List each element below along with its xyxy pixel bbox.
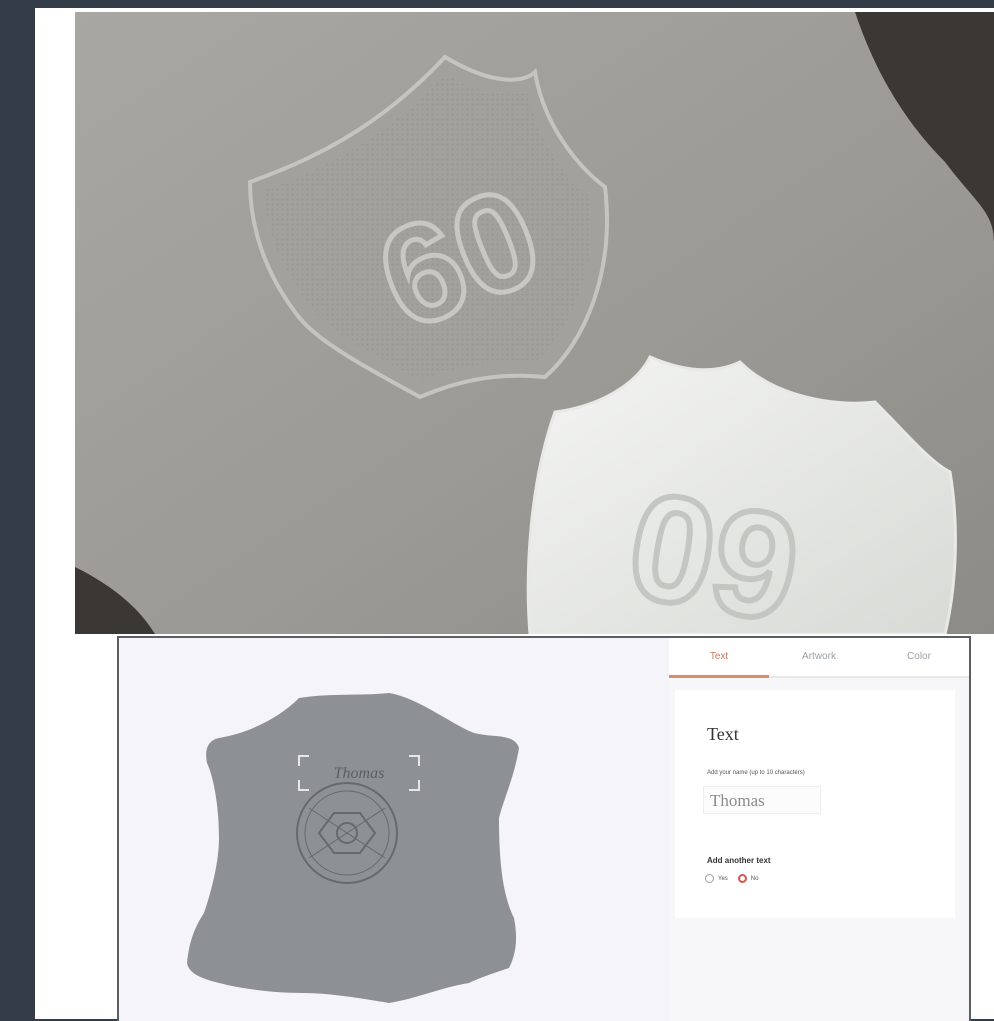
panel-title: Text [707,724,739,744]
mold-number: 09 [617,459,810,634]
product-photo: 60 09 [75,12,994,634]
option-no[interactable]: No [737,874,759,883]
embossed-leather-photo: 60 09 [75,12,994,634]
tab-bar: Text Artwork Color [669,638,969,678]
page-content: 60 09 Thomas Text Artwork Color Text Add… [35,8,994,1021]
tab-color[interactable]: Color [869,638,969,678]
text-options-card: Text Add your name (up to 10 characters)… [675,690,955,918]
secondary-text-label: Add another text [707,856,771,865]
option-yes-label: Yes [718,875,728,882]
secondary-text-options: Yes No [705,874,758,883]
tab-text[interactable]: Text [669,638,769,678]
option-yes[interactable]: Yes [705,874,728,883]
radio-yes-icon[interactable] [705,874,714,883]
leather-preview: Thomas [119,638,669,1021]
configurator-window: Thomas Text Artwork Color Text Add your … [117,636,971,1021]
tab-artwork[interactable]: Artwork [769,638,869,678]
options-panel: Text Artwork Color Text Add your name (u… [669,638,969,1021]
name-help-text: Add your name (up to 10 characters) [707,770,805,776]
radio-no-icon[interactable] [737,874,747,883]
engraved-name: Thomas [334,765,385,782]
option-no-label: No [750,875,759,882]
leather-hide-shape: Thomas [187,693,519,1003]
name-input[interactable]: Thomas [703,786,821,814]
